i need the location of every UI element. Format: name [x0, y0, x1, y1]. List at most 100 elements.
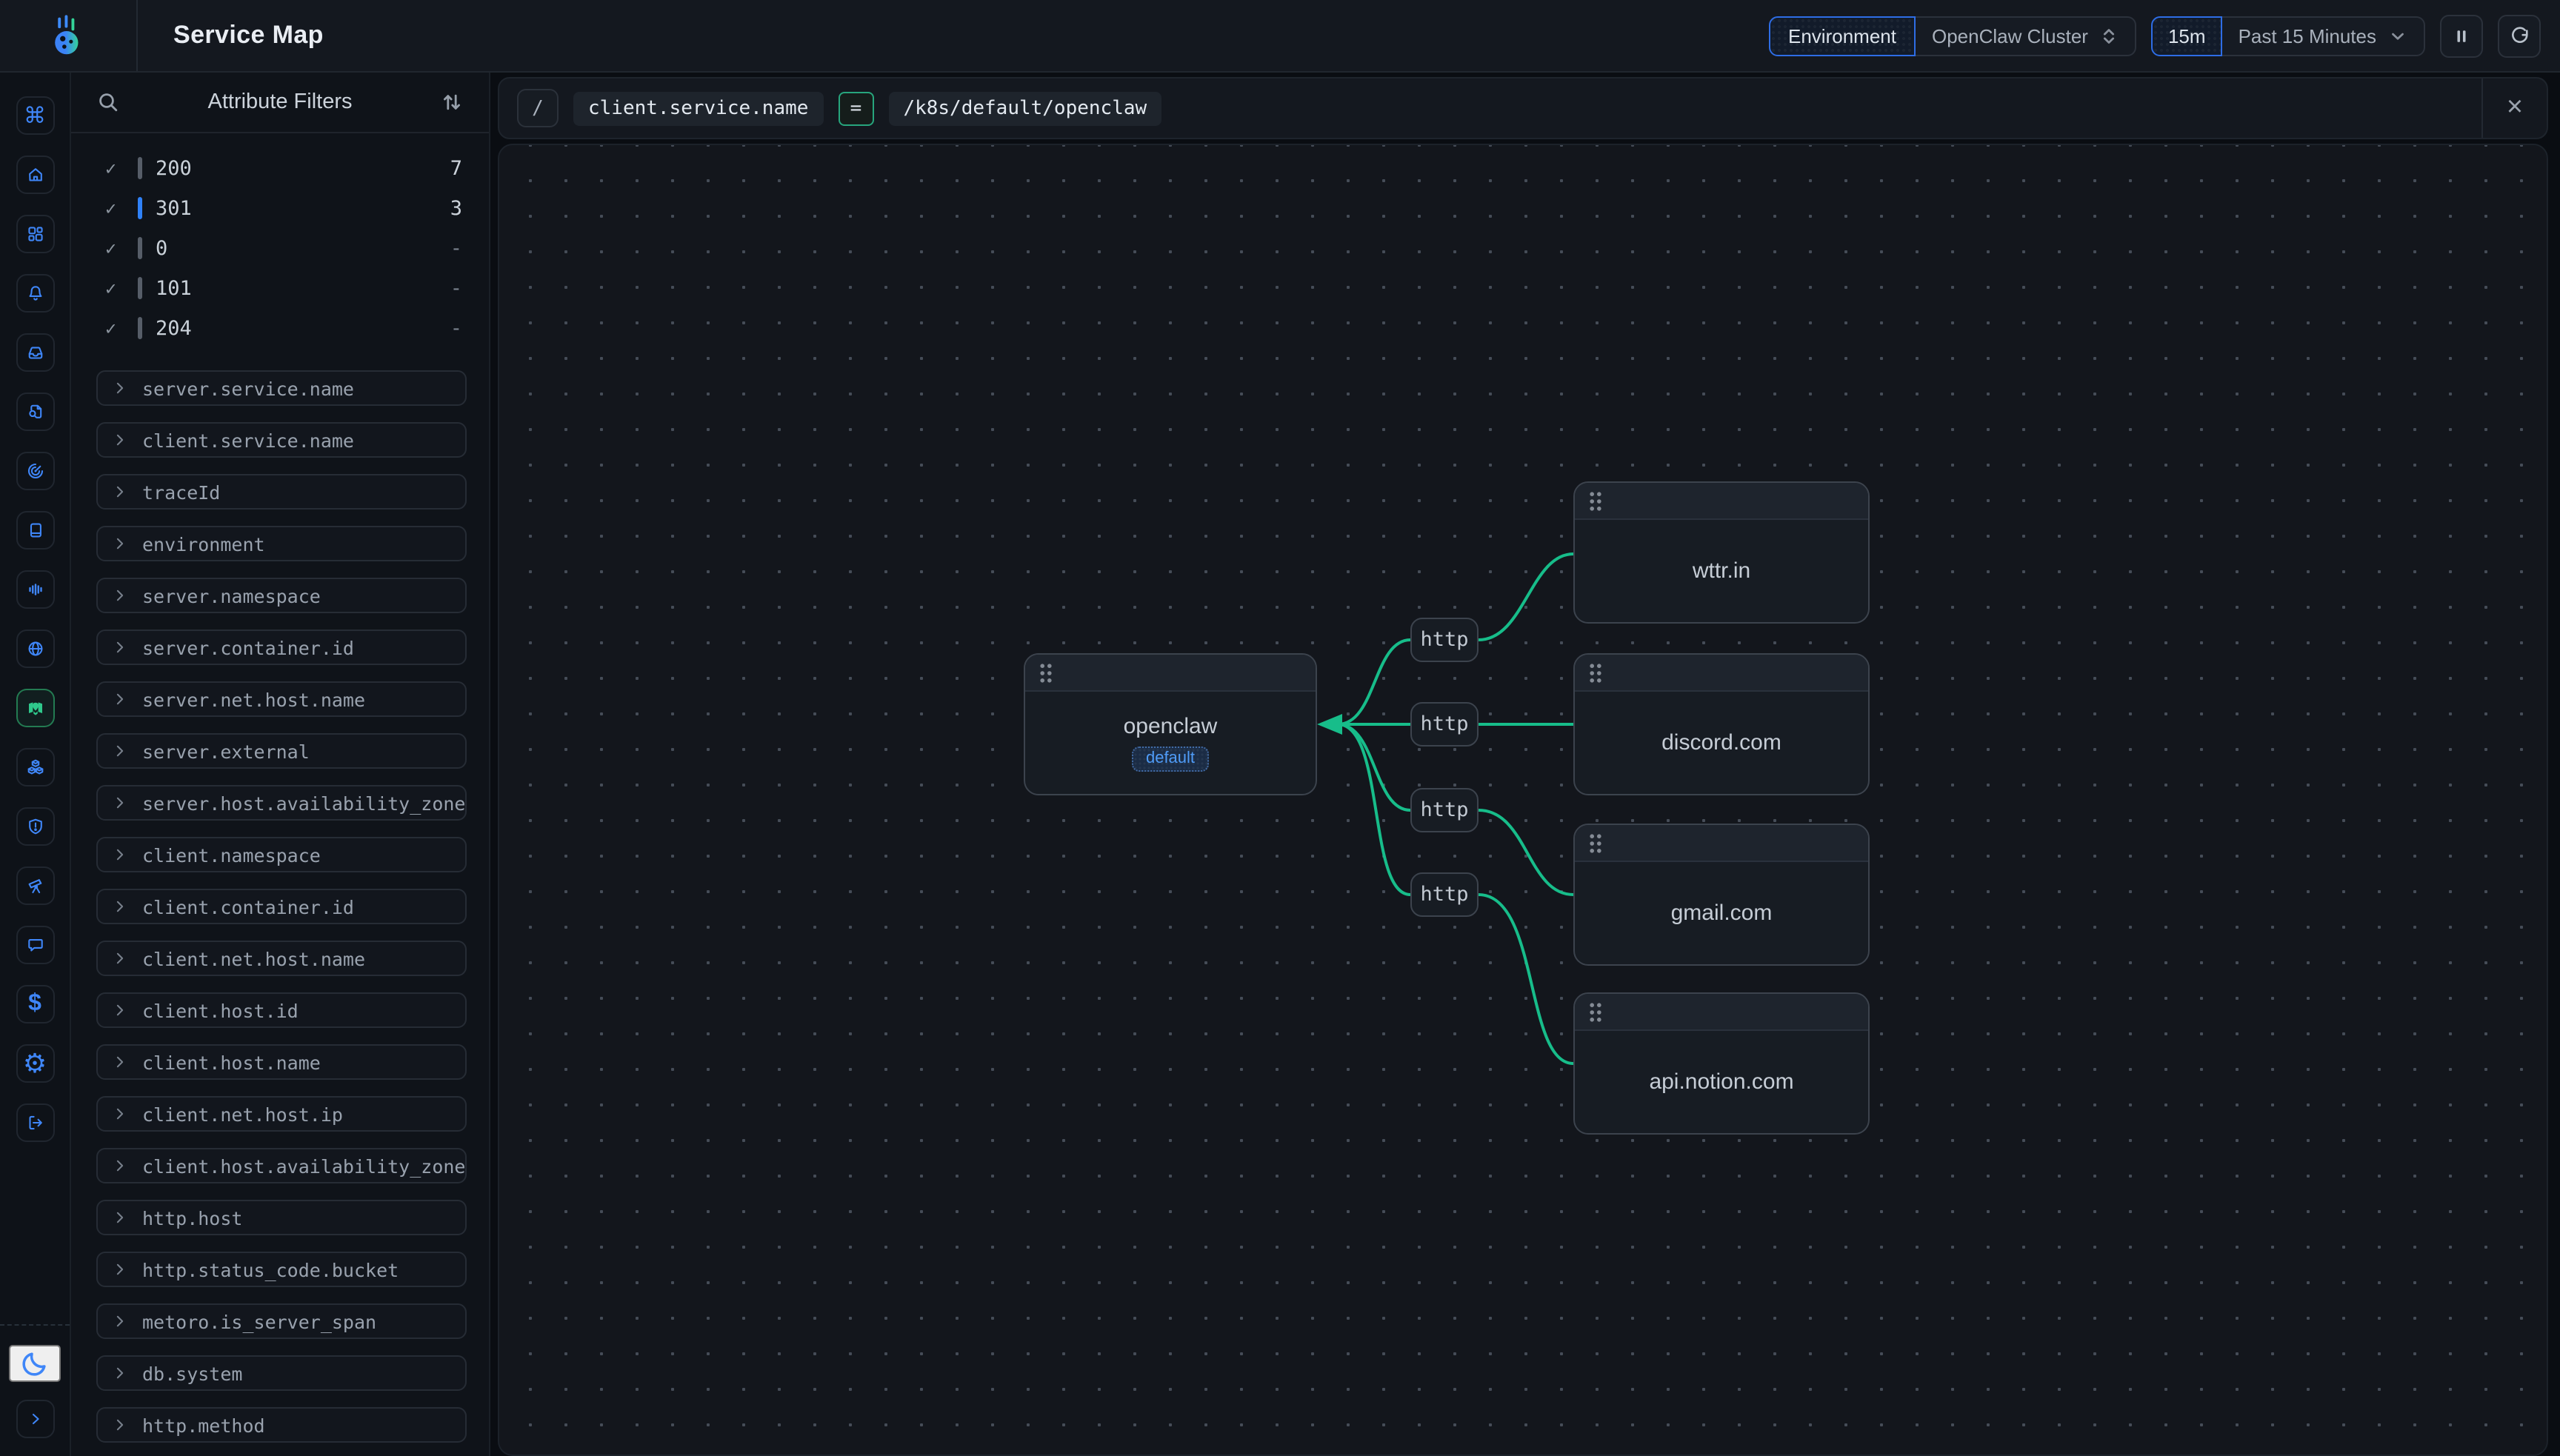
attribute-row[interactable]: server.host.availability_zone	[96, 785, 467, 821]
cluster-select[interactable]: OpenClaw Cluster	[1914, 16, 2137, 56]
icon-rail: ⌘	[0, 71, 71, 1456]
sidebar-item-alerts[interactable]	[16, 274, 54, 313]
attribute-row[interactable]: server.service.name	[96, 370, 467, 406]
drag-handle-icon[interactable]	[1588, 661, 1603, 684]
edge-label-pill[interactable]: http	[1410, 872, 1479, 917]
attribute-row[interactable]: metoro.is_server_span	[96, 1303, 467, 1339]
attribute-row[interactable]: client.container.id	[96, 889, 467, 924]
attribute-name: client.host.id	[142, 999, 299, 1021]
node-body: api.notion.com	[1575, 1031, 1868, 1133]
node-header[interactable]	[1575, 483, 1868, 520]
pause-button[interactable]	[2440, 14, 2483, 57]
status-filter-row[interactable]: ✓ 0 -	[105, 228, 462, 268]
service-map-canvas[interactable]: http http http http openclaw default	[498, 144, 2548, 1456]
attribute-name: traceId	[142, 481, 220, 503]
bell-icon	[26, 281, 44, 305]
edge-label: http	[1420, 798, 1468, 822]
attribute-row[interactable]: traceId	[96, 474, 467, 510]
clear-filter-button[interactable]: ×	[2481, 79, 2547, 138]
sidebar-item-log-search[interactable]	[16, 393, 54, 431]
node-header[interactable]	[1575, 994, 1868, 1031]
attribute-row[interactable]: environment	[96, 526, 467, 561]
time-range-select[interactable]: Past 15 Minutes	[2221, 16, 2425, 56]
sidebar-item-service-map[interactable]	[16, 689, 54, 727]
attribute-row[interactable]: client.net.host.name	[96, 941, 467, 976]
attribute-row[interactable]: client.net.host.ip	[96, 1096, 467, 1132]
sidebar-item-feedback[interactable]	[16, 926, 54, 964]
search-icon[interactable]	[96, 90, 120, 113]
drag-handle-icon[interactable]	[1039, 661, 1053, 684]
service-node-wttr[interactable]: wttr.in	[1573, 481, 1870, 624]
service-node-openclaw[interactable]: openclaw default	[1024, 653, 1317, 795]
sidebar-item-infrastructure[interactable]	[16, 748, 54, 787]
node-header[interactable]	[1575, 655, 1868, 692]
attribute-row[interactable]: http.method	[96, 1407, 467, 1443]
edge-label: http	[1420, 628, 1468, 652]
attribute-name: http.status_code.bucket	[142, 1258, 399, 1280]
attribute-row[interactable]: http.status_code.bucket	[96, 1252, 467, 1287]
service-node-discord[interactable]: discord.com	[1573, 653, 1870, 795]
edge-label-pill[interactable]: http	[1410, 788, 1479, 832]
sort-icon[interactable]	[440, 90, 464, 113]
chevron-right-icon	[26, 1409, 44, 1429]
service-node-api-notion[interactable]: api.notion.com	[1573, 992, 1870, 1135]
attribute-row[interactable]: server.net.host.name	[96, 681, 467, 717]
sidebar-item-command[interactable]: ⌘	[16, 96, 54, 135]
sidebar-item-logout[interactable]	[16, 1103, 54, 1142]
time-range-short-button[interactable]: 15m	[2152, 16, 2222, 56]
cubes-icon	[26, 755, 44, 779]
filter-operator-chip[interactable]: =	[838, 91, 873, 125]
edge-label-pill[interactable]: http	[1410, 618, 1479, 662]
sidebar-item-network[interactable]	[16, 630, 54, 668]
attribute-row[interactable]: client.host.id	[96, 992, 467, 1028]
status-filter-row[interactable]: ✓ 101 -	[105, 268, 462, 308]
refresh-button[interactable]	[2498, 14, 2541, 57]
filter-key-chip[interactable]: client.service.name	[573, 91, 823, 125]
chevron-right-icon	[113, 951, 127, 966]
expand-sidebar-button[interactable]	[16, 1400, 54, 1438]
sidebar-item-explore[interactable]	[16, 866, 54, 905]
filter-value-chip[interactable]: /k8s/default/openclaw	[888, 91, 1161, 125]
service-node-gmail[interactable]: gmail.com	[1573, 824, 1870, 966]
edge-label-pill[interactable]: http	[1410, 702, 1479, 747]
filter-prefix-chip[interactable]: /	[517, 89, 559, 127]
chevron-down-icon	[2388, 26, 2407, 45]
sidebar-item-settings[interactable]: ⚙	[16, 1044, 54, 1083]
attribute-name: server.container.id	[142, 636, 354, 658]
environment-button[interactable]: Environment	[1769, 16, 1916, 56]
attribute-row[interactable]: db.system	[96, 1355, 467, 1391]
checkmark-icon: ✓	[105, 237, 124, 259]
attribute-row[interactable]: client.service.name	[96, 422, 467, 458]
attribute-row[interactable]: client.host.availability_zone	[96, 1148, 467, 1183]
app-logo[interactable]	[0, 0, 138, 71]
theme-toggle-button[interactable]	[9, 1345, 61, 1382]
globe-icon	[26, 637, 44, 661]
attribute-row[interactable]: server.namespace	[96, 578, 467, 613]
sidebar-item-home[interactable]	[16, 156, 54, 194]
sidebar-item-metrics[interactable]	[16, 570, 54, 609]
drag-handle-icon[interactable]	[1588, 832, 1603, 854]
edge-openclaw-http-notion	[1338, 724, 1410, 895]
attribute-row[interactable]: server.external	[96, 733, 467, 769]
node-header[interactable]	[1575, 825, 1868, 862]
sidebar-item-costs[interactable]: $	[16, 985, 54, 1023]
attribute-row[interactable]: http.host	[96, 1200, 467, 1235]
node-header[interactable]	[1025, 655, 1316, 692]
status-filter-row[interactable]: ✓ 200 7	[105, 148, 462, 188]
sidebar-item-documentation[interactable]	[16, 511, 54, 550]
sidebar-item-security[interactable]	[16, 807, 54, 846]
drag-handle-icon[interactable]	[1588, 1001, 1603, 1023]
namespace-badge[interactable]: default	[1133, 747, 1208, 772]
sidebar-item-dashboards[interactable]	[16, 215, 54, 253]
drag-handle-icon[interactable]	[1588, 490, 1603, 512]
attribute-row[interactable]: client.host.name	[96, 1044, 467, 1080]
attribute-row[interactable]: server.container.id	[96, 630, 467, 665]
status-filter-row[interactable]: ✓ 301 3	[105, 188, 462, 228]
attribute-row[interactable]: client.namespace	[96, 837, 467, 872]
status-filter-row[interactable]: ✓ 204 -	[105, 308, 462, 348]
chevron-right-icon	[113, 1262, 127, 1277]
sidebar-item-inbox[interactable]	[16, 333, 54, 372]
attribute-filters-header: Attribute Filters	[71, 71, 489, 133]
node-body: wttr.in	[1575, 520, 1868, 622]
sidebar-item-traces[interactable]	[16, 452, 54, 490]
